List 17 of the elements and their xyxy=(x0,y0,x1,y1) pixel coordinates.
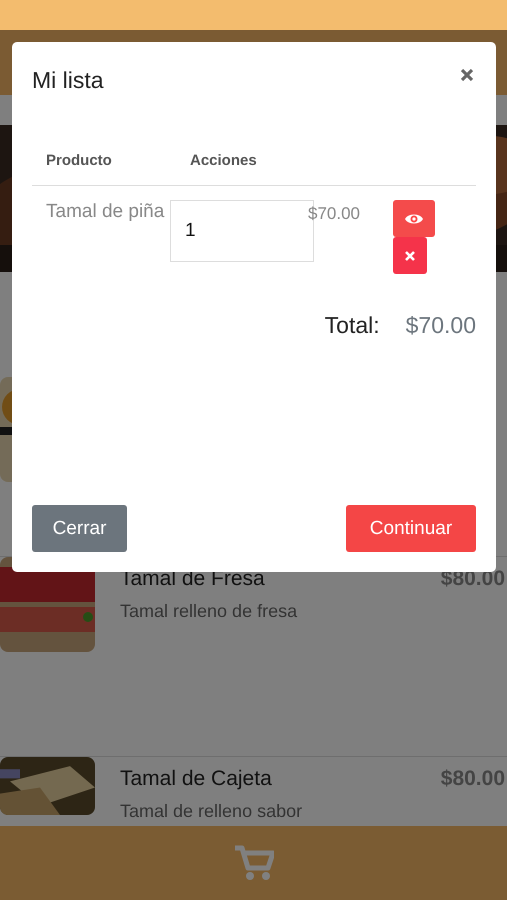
eye-icon xyxy=(404,212,424,226)
close-icon xyxy=(404,250,416,262)
product-price: $80.00 xyxy=(440,767,505,791)
column-header: Acciones xyxy=(190,152,257,169)
dialog-title: Mi lista xyxy=(32,66,104,94)
product-name: Tamal de piña xyxy=(46,200,166,224)
product-name: Tamal de Cajeta xyxy=(120,767,272,791)
column-header: Producto xyxy=(46,152,113,169)
close-icon[interactable] xyxy=(460,68,474,82)
continue-button[interactable]: Continuar xyxy=(346,505,476,552)
delete-button[interactable] xyxy=(393,237,427,274)
product-description: Tamal relleno de fresa xyxy=(120,601,298,622)
total-label: Total: xyxy=(324,312,380,339)
close-button[interactable]: Cerrar xyxy=(32,505,127,552)
product-description: Tamal de relleno sabor xyxy=(120,801,304,822)
view-button[interactable] xyxy=(393,200,435,237)
total-amount: $70.00 xyxy=(406,312,476,339)
